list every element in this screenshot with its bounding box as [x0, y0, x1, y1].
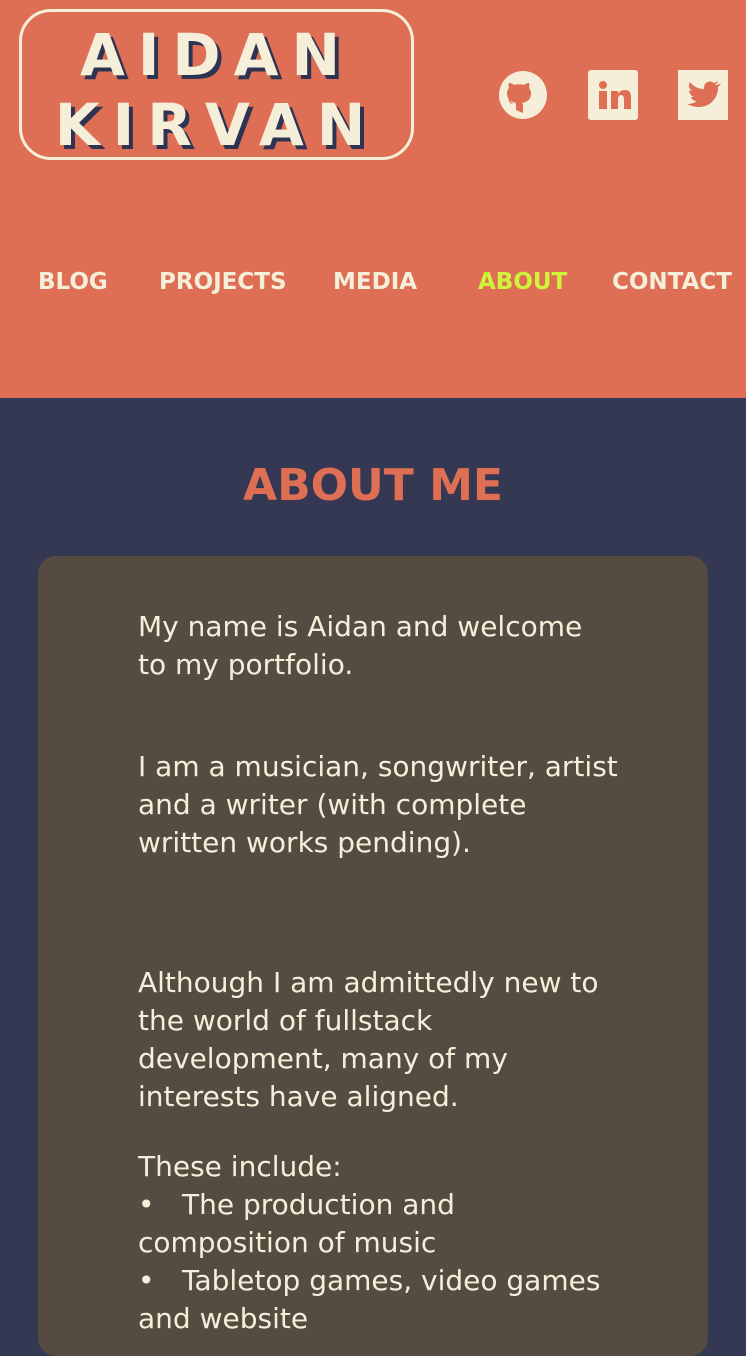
- nav-about[interactable]: ABOUT: [478, 269, 567, 295]
- bullet-icon: •: [138, 1264, 155, 1297]
- github-icon[interactable]: [498, 70, 548, 120]
- bullet-icon: •: [138, 1188, 155, 1221]
- site-header: AIDAN KIRVAN BLOG PROJECTS MEDIA ABOUT C…: [0, 0, 746, 398]
- logo-first-name: AIDAN: [79, 21, 354, 89]
- about-paragraph-interests: Although I am admittedly new to the worl…: [138, 966, 599, 1113]
- list-item-text: Tabletop games, video games and website: [138, 1264, 601, 1335]
- nav-blog[interactable]: BLOG: [38, 269, 108, 295]
- about-interests-heading: These include:: [138, 1150, 342, 1183]
- nav-contact[interactable]: CONTACT: [612, 269, 732, 295]
- list-item: • Tabletop games, video games and website: [138, 1262, 618, 1338]
- about-title: ABOUT ME: [243, 460, 503, 511]
- nav-projects[interactable]: PROJECTS: [159, 269, 287, 295]
- linkedin-icon[interactable]: [588, 70, 638, 120]
- site-logo[interactable]: AIDAN KIRVAN: [19, 9, 414, 160]
- list-item: • The production and composition of music: [138, 1186, 618, 1262]
- list-item-text: The production and composition of music: [138, 1188, 455, 1259]
- twitter-icon[interactable]: [678, 70, 728, 120]
- about-paragraph-roles: I am a musician, songwriter, artist and …: [138, 750, 618, 859]
- nav-media[interactable]: MEDIA: [333, 269, 417, 295]
- about-paragraph-intro: My name is Aidan and welcome to my portf…: [138, 610, 583, 681]
- logo-last-name: KIRVAN: [54, 91, 379, 159]
